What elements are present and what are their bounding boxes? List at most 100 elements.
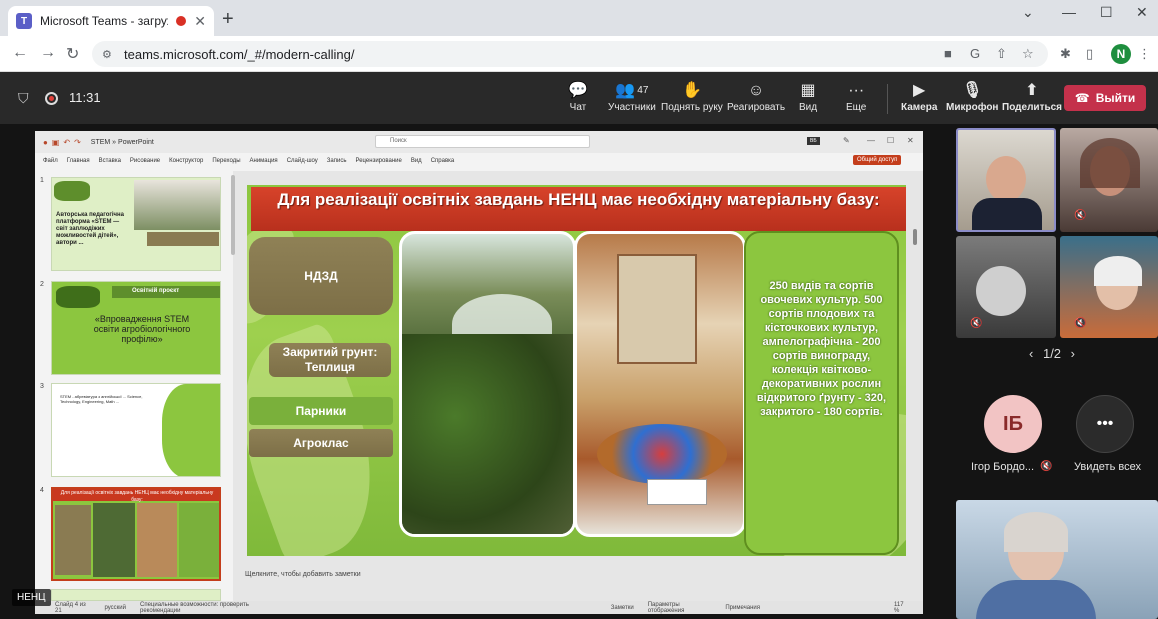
new-tab-button[interactable]: + (222, 8, 234, 31)
site-info-icon[interactable]: ⚙ (102, 48, 114, 61)
reload-icon[interactable]: ↻ (66, 44, 79, 64)
collection-info-box: 250 видів та сортів овочевих культур. 50… (744, 231, 899, 555)
close-window-button[interactable]: ✕ (1136, 4, 1148, 21)
more-button[interactable]: ··· Еще (846, 80, 866, 113)
ribbon-tab: Вставка (98, 158, 121, 164)
recording-indicator-icon (45, 92, 58, 105)
parniki-box: Парники (249, 397, 393, 425)
ppt-user-badge: ВБ (807, 137, 820, 145)
ribbon-tab: Главная (66, 158, 90, 164)
slide-thumbnails: 1 Авторська педагогічна платформа «STEM … (35, 171, 235, 601)
teams-icon: T (16, 13, 32, 29)
google-icon[interactable]: G (970, 46, 980, 61)
extensions-icon[interactable]: ✱ (1060, 46, 1071, 62)
status-display: Параметры отображения (647, 601, 685, 614)
meeting-toolbar: ⛉ 11:31 💬 Чат 👥 47 Участники ✋ Поднять ру… (0, 72, 1158, 124)
leave-button[interactable]: ☎ Выйти (1064, 85, 1146, 111)
hand-icon: ✋ (681, 82, 702, 99)
ppt-titlebar: ●▣↶↷ STEM » PowerPoint Поиск ВБ ✎ — ☐ ✕ (35, 131, 923, 153)
address-bar: ← → ↻ ⚙ teams.microsoft.com/_#/modern-ca… (0, 36, 1158, 72)
presenter-name-label: НЕНЦ (12, 589, 51, 606)
participants-button[interactable]: 👥 47 Участники (608, 80, 656, 113)
ppt-ribbon-tabs: Файл Главная Вставка Рисование Конструкт… (35, 153, 923, 169)
profile-avatar[interactable]: N (1111, 44, 1131, 64)
participants-pager[interactable]: ‹ 1/2 › (1029, 346, 1075, 361)
maximize-button[interactable]: ☐ (1100, 4, 1113, 21)
ppt-close-icon: ✕ (907, 136, 914, 145)
chat-button[interactable]: 💬 Чат (568, 80, 588, 113)
participant-name: Ігор Бордо... (971, 461, 1035, 473)
slide-thumb-3: STEM - абревіатура з англійської ... Sci… (51, 383, 221, 477)
ribbon-tab: Справка (430, 158, 455, 164)
forward-icon[interactable]: → (40, 44, 56, 62)
ndzd-box: НДЗД (249, 237, 393, 315)
pen-icon: ✎ (843, 136, 850, 145)
back-icon[interactable]: ← (12, 44, 28, 62)
ribbon-tab: Переходы (212, 158, 241, 164)
main-slide: Для реалізації освітніх завдань НЕНЦ має… (247, 185, 906, 556)
camera-permission-icon[interactable]: ■ (944, 46, 952, 61)
ribbon-tab: Конструктор (169, 158, 204, 164)
ppt-share-button: Общий доступ (853, 155, 902, 165)
status-notes: Заметки (610, 604, 634, 611)
react-button[interactable]: ☺ Реагировать (727, 80, 785, 113)
ppt-body: 1 Авторська педагогічна платформа «STEM … (35, 171, 923, 601)
chevron-left-icon[interactable]: ‹ (1029, 346, 1033, 361)
chevron-right-icon[interactable]: › (1071, 346, 1075, 361)
closed-ground-box: Закритий грунт: Теплиця (269, 343, 391, 377)
status-slide-count: Слайд 4 из 21 (55, 601, 86, 614)
status-zoom: 117 % (893, 601, 904, 614)
browser-tab[interactable]: T Microsoft Teams - загружае ✕ (8, 6, 214, 36)
quick-access-icons: ●▣↶↷ (43, 137, 85, 147)
status-language: русский (104, 604, 126, 611)
see-all-label: Увидеть всех (1074, 461, 1141, 473)
mic-off-icon: 🔇 (1074, 210, 1087, 221)
camera-icon: ▶ (913, 82, 926, 99)
slide-thumb-1: Авторська педагогічна платформа «STEM — … (51, 177, 221, 271)
bookmark-icon[interactable]: ☆ (1022, 46, 1034, 62)
slide-thumb-4-active: Для реалізації освітніх завдань НЕНЦ має… (51, 487, 221, 581)
slide-title: Для реалізації освітніх завдань НЕНЦ має… (251, 187, 906, 231)
mic-button[interactable]: 🎙 Микрофон (946, 80, 998, 113)
ribbon-tab: Запись (326, 158, 347, 164)
thumbnail-scrollbar (231, 175, 235, 255)
side-panel-icon[interactable]: ▯ (1086, 46, 1093, 62)
participant-tile[interactable]: 🔇 (956, 236, 1056, 338)
status-comments: Примечания (725, 604, 760, 611)
close-tab-icon[interactable]: ✕ (194, 13, 206, 30)
slide-scrollbar (913, 229, 917, 245)
browser-tabbar: T Microsoft Teams - загружае ✕ + ⌄ — ☐ ✕ (0, 0, 1158, 36)
ribbon-tab: Рисование (129, 158, 161, 164)
see-all-button[interactable]: ••• (1076, 395, 1134, 453)
slide-thumb-2: Освітній проєкт «Впровадження STEM освіт… (51, 281, 221, 375)
chat-icon: 💬 (568, 82, 588, 99)
mic-off-icon: 🔇 (1074, 318, 1087, 329)
camera-button[interactable]: ▶ Камера (901, 80, 937, 113)
shield-icon: ⛉ (18, 90, 29, 106)
share-icon[interactable]: ⇧ (996, 46, 1007, 62)
more-icon: ••• (1096, 415, 1114, 432)
participant-tile[interactable]: 🔇 (1060, 128, 1158, 232)
thumb-number: 1 (40, 177, 44, 184)
harvest-exhibit-photo (574, 231, 746, 537)
url-text: teams.microsoft.com/_#/modern-calling/ (124, 46, 355, 62)
participant-tile[interactable]: 🔇 (1060, 236, 1158, 338)
people-icon: 👥 47 (615, 82, 649, 99)
minimize-button[interactable]: — (1062, 4, 1076, 20)
thumb-number: 2 (40, 281, 44, 288)
ppt-minimize-icon: — (867, 136, 875, 145)
participant-avatar[interactable]: ІБ (984, 395, 1042, 453)
meeting-timer: 11:31 (69, 90, 101, 105)
tab-search-icon[interactable]: ⌄ (1022, 4, 1034, 21)
view-button[interactable]: ▦ Вид (799, 80, 817, 113)
smile-icon: ☺ (747, 82, 765, 99)
participant-tile-speaker[interactable] (956, 128, 1056, 232)
mic-off-icon: 🔇 (1040, 461, 1053, 472)
share-button[interactable]: ⬆ Поделиться (1002, 80, 1062, 113)
ppt-statusbar: Слайд 4 из 21 русский Специальные возмож… (35, 601, 923, 614)
menu-icon[interactable]: ⋮ (1138, 46, 1151, 62)
url-field[interactable]: ⚙ teams.microsoft.com/_#/modern-calling/ (92, 41, 1048, 67)
self-view-tile[interactable] (956, 500, 1158, 619)
shared-screen-powerpoint: ●▣↶↷ STEM » PowerPoint Поиск ВБ ✎ — ☐ ✕ … (35, 131, 923, 614)
raise-hand-button[interactable]: ✋ Поднять руку (661, 80, 723, 113)
